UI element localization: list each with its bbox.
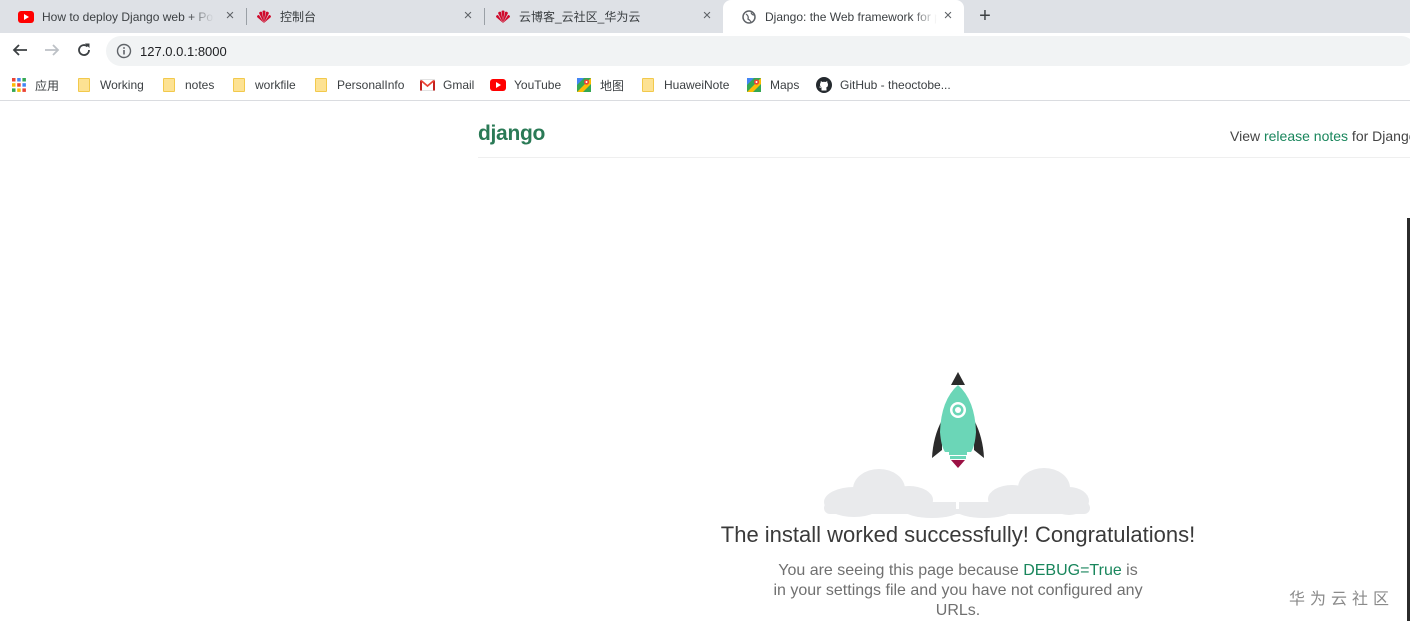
debug-explanation: You are seeing this page because DEBUG=T… (770, 561, 1146, 621)
bookmark-ditu[interactable]: 地图 (576, 75, 624, 95)
bookmark-label: notes (185, 78, 215, 92)
bookmark-gmail[interactable]: Gmail (419, 75, 474, 95)
rocket-illustration (824, 372, 1090, 518)
bookmark-label: YouTube (514, 78, 562, 92)
reload-icon (76, 42, 92, 61)
bookmark-label: Working (100, 78, 144, 92)
bookmark-maps[interactable]: Maps (746, 75, 799, 95)
close-icon[interactable]: × (460, 8, 476, 24)
release-suffix: for Django (1348, 128, 1410, 144)
bookmark-label: Maps (770, 78, 800, 92)
arrow-right-icon (44, 42, 60, 61)
browser-toolbar: 127.0.0.1:8000 (0, 33, 1410, 69)
bookmarks-bar: 应用 Working notes workfile PersonalInfo G… (0, 69, 1410, 101)
folder-icon (76, 77, 92, 93)
bookmark-github[interactable]: GitHub - theoctobe... (816, 75, 951, 95)
tab-console[interactable]: 控制台 × (238, 0, 484, 33)
bookmark-label: 地图 (600, 78, 625, 93)
maps-icon (576, 77, 592, 93)
folder-icon (231, 77, 247, 93)
youtube-icon (490, 77, 506, 93)
bookmark-youtube[interactable]: YouTube (490, 75, 561, 95)
url-text[interactable]: 127.0.0.1:8000 (140, 44, 227, 59)
bookmark-huaweinote[interactable]: HuaweiNote (640, 75, 729, 95)
release-prefix: View (1230, 128, 1264, 144)
folder-icon (161, 77, 177, 93)
bookmark-label: 应用 (35, 78, 60, 93)
tab-youtube-deploy[interactable]: How to deploy Django web + Postgres × (0, 0, 246, 33)
folder-icon (640, 77, 656, 93)
rocket-icon (824, 372, 1090, 518)
youtube-icon (18, 9, 34, 25)
bookmark-label: GitHub - theoctobe... (840, 78, 951, 92)
bookmark-label: workfile (255, 78, 296, 92)
debug-text-1: You are seeing this page because (778, 562, 1024, 579)
bookmark-notes[interactable]: notes (161, 75, 214, 95)
bookmark-personalinfo[interactable]: PersonalInfo (313, 75, 404, 95)
django-header: django View release notes for Django (478, 102, 1410, 158)
bookmark-label: PersonalInfo (337, 78, 405, 92)
maps-icon (746, 77, 762, 93)
tab-title: How to deploy Django web + Postgres (42, 9, 214, 24)
back-button[interactable] (9, 40, 31, 62)
release-notes-link[interactable]: release notes (1264, 128, 1348, 144)
folder-icon (313, 77, 329, 93)
install-success-heading: The install worked successfully! Congrat… (720, 522, 1196, 547)
tab-django-active[interactable]: Django: the Web framework for perfection… (723, 0, 964, 33)
django-logo[interactable]: django (478, 122, 545, 146)
arrow-left-icon (12, 42, 28, 61)
huawei-icon (495, 9, 511, 25)
tab-title: Django: the Web framework for perfection… (765, 9, 937, 24)
bookmark-working[interactable]: Working (76, 75, 144, 95)
tab-strip: How to deploy Django web + Postgres × 控制… (0, 0, 1410, 33)
huawei-icon (256, 9, 272, 25)
tab-title: 云博客_云社区_华为云 (519, 10, 641, 24)
apps-grid-icon (11, 77, 27, 93)
address-bar[interactable]: 127.0.0.1:8000 (106, 36, 1410, 66)
info-icon[interactable] (116, 43, 132, 62)
gmail-icon (419, 77, 435, 93)
globe-icon (741, 9, 757, 25)
bookmark-label: HuaweiNote (664, 78, 730, 92)
bookmark-workfile[interactable]: workfile (231, 75, 296, 95)
forward-button[interactable] (41, 40, 63, 62)
bookmark-label: Gmail (443, 78, 475, 92)
page-viewport: django View release notes for Django The… (0, 102, 1410, 621)
reload-button[interactable] (73, 40, 95, 62)
close-icon[interactable]: × (222, 8, 238, 24)
new-tab-button[interactable]: + (975, 6, 995, 26)
close-icon[interactable]: × (699, 8, 715, 24)
close-icon[interactable]: × (940, 8, 956, 24)
bookmark-apps[interactable]: 应用 (11, 75, 59, 95)
watermark: 华为云社区 (1289, 591, 1395, 608)
debug-setting: DEBUG=True (1023, 562, 1122, 579)
tab-huawei-blog[interactable]: 云博客_云社区_华为云 × (477, 0, 723, 33)
github-icon (816, 77, 832, 93)
release-notes-text: View release notes for Django (1230, 128, 1410, 144)
tab-title: 控制台 (280, 10, 317, 24)
